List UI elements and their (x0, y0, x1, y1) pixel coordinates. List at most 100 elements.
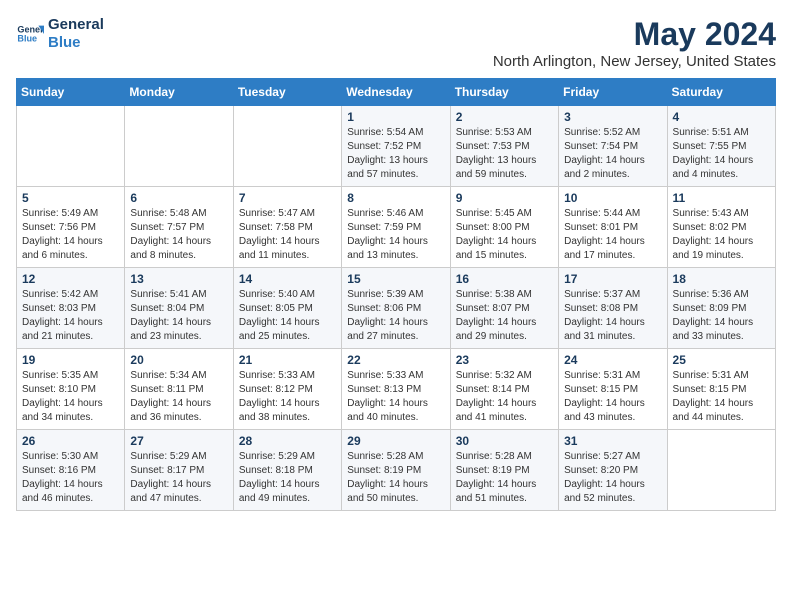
day-info: Sunrise: 5:37 AMSunset: 8:08 PMDaylight:… (564, 288, 661, 344)
day-info: Sunrise: 5:42 AMSunset: 8:03 PMDaylight:… (22, 288, 119, 344)
day-number: 22 (347, 353, 444, 367)
day-info: Sunrise: 5:35 AMSunset: 8:10 PMDaylight:… (22, 369, 119, 425)
calendar-week-row: 19Sunrise: 5:35 AMSunset: 8:10 PMDayligh… (17, 349, 776, 430)
day-number: 11 (673, 191, 770, 205)
day-number: 27 (130, 434, 227, 448)
calendar-cell: 6 Sunrise: 5:48 AMSunset: 7:57 PMDaylight… (125, 187, 233, 268)
day-number: 20 (130, 353, 227, 367)
day-info: Sunrise: 5:29 AMSunset: 8:18 PMDaylight:… (239, 450, 336, 506)
day-info: Sunrise: 5:52 AMSunset: 7:54 PMDaylight:… (564, 126, 661, 182)
calendar-cell (17, 106, 125, 187)
header: General Blue General Blue May 2024 North… (16, 16, 776, 70)
calendar-cell: 1Sunrise: 5:54 AMSunset: 7:52 PMDaylight… (342, 106, 450, 187)
calendar-cell: 13 Sunrise: 5:41 AMSunset: 8:04 PMDayligh… (125, 268, 233, 349)
calendar-cell: 3 Sunrise: 5:52 AMSunset: 7:54 PMDaylight… (559, 106, 667, 187)
day-number: 10 (564, 191, 661, 205)
weekday-header-friday: Friday (559, 79, 667, 106)
day-info: Sunrise: 5:47 AMSunset: 7:58 PMDaylight:… (239, 207, 336, 263)
calendar-cell: 5 Sunrise: 5:49 AMSunset: 7:56 PMDaylight… (17, 187, 125, 268)
calendar-cell: 8Sunrise: 5:46 AMSunset: 7:59 PMDaylight… (342, 187, 450, 268)
day-info: Sunrise: 5:40 AMSunset: 8:05 PMDaylight:… (239, 288, 336, 344)
calendar-cell: 25 Sunrise: 5:31 AMSunset: 8:15 PMDayligh… (667, 349, 775, 430)
weekday-header-tuesday: Tuesday (233, 79, 341, 106)
day-number: 26 (22, 434, 119, 448)
day-number: 14 (239, 272, 336, 286)
day-info: Sunrise: 5:27 AMSunset: 8:20 PMDaylight:… (564, 450, 661, 506)
calendar-cell: 12Sunrise: 5:42 AMSunset: 8:03 PMDayligh… (17, 268, 125, 349)
day-info: Sunrise: 5:51 AMSunset: 7:55 PMDaylight:… (673, 126, 770, 182)
calendar-cell: 24 Sunrise: 5:31 AMSunset: 8:15 PMDayligh… (559, 349, 667, 430)
day-number: 24 (564, 353, 661, 367)
day-info: Sunrise: 5:28 AMSunset: 8:19 PMDaylight:… (456, 450, 553, 506)
calendar-cell: 23 Sunrise: 5:32 AMSunset: 8:14 PMDayligh… (450, 349, 558, 430)
day-info: Sunrise: 5:31 AMSunset: 8:15 PMDaylight:… (564, 369, 661, 425)
day-info: Sunrise: 5:30 AMSunset: 8:16 PMDaylight:… (22, 450, 119, 506)
day-info: Sunrise: 5:41 AMSunset: 8:04 PMDaylight:… (130, 288, 227, 344)
calendar-cell: 26 Sunrise: 5:30 AMSunset: 8:16 PMDayligh… (17, 430, 125, 511)
day-info: Sunrise: 5:36 AMSunset: 8:09 PMDaylight:… (673, 288, 770, 344)
day-info: Sunrise: 5:34 AMSunset: 8:11 PMDaylight:… (130, 369, 227, 425)
weekday-header-wednesday: Wednesday (342, 79, 450, 106)
day-info: Sunrise: 5:39 AMSunset: 8:06 PMDaylight:… (347, 288, 444, 344)
calendar-cell: 2 Sunrise: 5:53 AMSunset: 7:53 PMDaylight… (450, 106, 558, 187)
calendar-week-row: 1Sunrise: 5:54 AMSunset: 7:52 PMDaylight… (17, 106, 776, 187)
logo-line2: Blue (48, 34, 104, 52)
day-number: 7 (239, 191, 336, 205)
day-info: Sunrise: 5:32 AMSunset: 8:14 PMDaylight:… (456, 369, 553, 425)
calendar-week-row: 26 Sunrise: 5:30 AMSunset: 8:16 PMDayligh… (17, 430, 776, 511)
day-info: Sunrise: 5:29 AMSunset: 8:17 PMDaylight:… (130, 450, 227, 506)
calendar-cell: 28 Sunrise: 5:29 AMSunset: 8:18 PMDayligh… (233, 430, 341, 511)
calendar-cell (233, 106, 341, 187)
day-number: 4 (673, 110, 770, 124)
calendar-cell: 10 Sunrise: 5:44 AMSunset: 8:01 PMDayligh… (559, 187, 667, 268)
day-info: Sunrise: 5:48 AMSunset: 7:57 PMDaylight:… (130, 207, 227, 263)
day-number: 3 (564, 110, 661, 124)
calendar-cell: 16 Sunrise: 5:38 AMSunset: 8:07 PMDayligh… (450, 268, 558, 349)
calendar-body: 1Sunrise: 5:54 AMSunset: 7:52 PMDaylight… (17, 106, 776, 511)
day-info: Sunrise: 5:45 AMSunset: 8:00 PMDaylight:… (456, 207, 553, 263)
calendar-cell (667, 430, 775, 511)
day-number: 25 (673, 353, 770, 367)
day-info: Sunrise: 5:44 AMSunset: 8:01 PMDaylight:… (564, 207, 661, 263)
weekday-header-row: SundayMondayTuesdayWednesdayThursdayFrid… (17, 79, 776, 106)
day-info: Sunrise: 5:33 AMSunset: 8:12 PMDaylight:… (239, 369, 336, 425)
day-info: Sunrise: 5:53 AMSunset: 7:53 PMDaylight:… (456, 126, 553, 182)
day-number: 13 (130, 272, 227, 286)
day-number: 21 (239, 353, 336, 367)
day-number: 31 (564, 434, 661, 448)
calendar-subtitle: North Arlington, New Jersey, United Stat… (493, 53, 776, 70)
day-number: 29 (347, 434, 444, 448)
day-info: Sunrise: 5:33 AMSunset: 8:13 PMDaylight:… (347, 369, 444, 425)
logo: General Blue General Blue (16, 16, 104, 52)
day-info: Sunrise: 5:43 AMSunset: 8:02 PMDaylight:… (673, 207, 770, 263)
calendar-cell: 27 Sunrise: 5:29 AMSunset: 8:17 PMDayligh… (125, 430, 233, 511)
day-info: Sunrise: 5:38 AMSunset: 8:07 PMDaylight:… (456, 288, 553, 344)
day-info: Sunrise: 5:28 AMSunset: 8:19 PMDaylight:… (347, 450, 444, 506)
logo-icon: General Blue (16, 20, 44, 48)
weekday-header-thursday: Thursday (450, 79, 558, 106)
day-number: 2 (456, 110, 553, 124)
calendar-cell: 30Sunrise: 5:28 AMSunset: 8:19 PMDayligh… (450, 430, 558, 511)
calendar-cell: 20 Sunrise: 5:34 AMSunset: 8:11 PMDayligh… (125, 349, 233, 430)
day-number: 23 (456, 353, 553, 367)
weekday-header-monday: Monday (125, 79, 233, 106)
day-number: 17 (564, 272, 661, 286)
title-area: May 2024 North Arlington, New Jersey, Un… (493, 16, 776, 70)
day-info: Sunrise: 5:49 AMSunset: 7:56 PMDaylight:… (22, 207, 119, 263)
day-number: 9 (456, 191, 553, 205)
svg-text:Blue: Blue (17, 34, 37, 44)
day-info: Sunrise: 5:31 AMSunset: 8:15 PMDaylight:… (673, 369, 770, 425)
logo-line1: General (48, 16, 104, 34)
calendar-week-row: 5 Sunrise: 5:49 AMSunset: 7:56 PMDaylight… (17, 187, 776, 268)
day-number: 16 (456, 272, 553, 286)
day-number: 6 (130, 191, 227, 205)
calendar-table: SundayMondayTuesdayWednesdayThursdayFrid… (16, 78, 776, 511)
calendar-cell (125, 106, 233, 187)
day-number: 28 (239, 434, 336, 448)
calendar-week-row: 12Sunrise: 5:42 AMSunset: 8:03 PMDayligh… (17, 268, 776, 349)
day-number: 1 (347, 110, 444, 124)
calendar-cell: 29 Sunrise: 5:28 AMSunset: 8:19 PMDayligh… (342, 430, 450, 511)
calendar-cell: 7 Sunrise: 5:47 AMSunset: 7:58 PMDaylight… (233, 187, 341, 268)
day-number: 5 (22, 191, 119, 205)
day-number: 18 (673, 272, 770, 286)
